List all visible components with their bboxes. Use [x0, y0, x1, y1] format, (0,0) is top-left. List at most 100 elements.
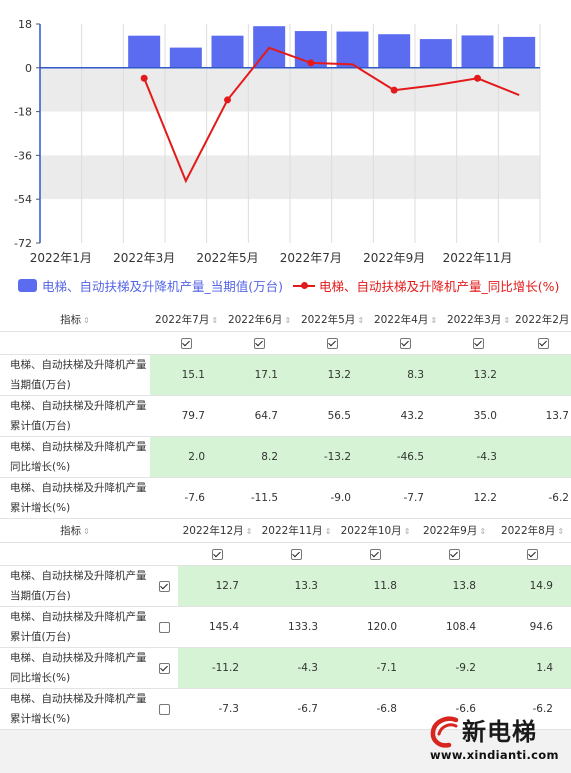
column-checkbox[interactable] [527, 548, 538, 560]
legend-line-swatch[interactable] [293, 279, 316, 292]
table-cell: -11.5 [223, 477, 296, 519]
column-header-indicator[interactable]: 指标 ⇕ [0, 518, 150, 543]
column-checkbox[interactable] [449, 548, 460, 560]
x-tick-label: 2022年5月 [196, 251, 258, 265]
chart-legend: 电梯、自动扶梯及升降机产量_当期值(万台) 电梯、自动扶梯及升降机产量_同比增长… [18, 276, 559, 295]
table-cell: -11.2 [178, 647, 257, 689]
legend-bar-label[interactable]: 电梯、自动扶梯及升降机产量_当期值(万台) [42, 276, 283, 295]
bar [419, 39, 452, 68]
column-checkbox[interactable] [370, 548, 381, 560]
column-header[interactable]: 2022年6月 ⇕ [223, 307, 296, 332]
bar [378, 34, 411, 68]
table-cell [515, 436, 571, 478]
column-header[interactable]: 2022年7月 ⇕ [150, 307, 223, 332]
table-cell: 1.4 [494, 647, 571, 689]
sort-icon[interactable]: ⇕ [211, 316, 218, 325]
growth-point [307, 59, 315, 67]
bar [336, 31, 369, 68]
row-name: 电梯、自动扶梯及升降机产量 累计增长(%) [0, 477, 150, 519]
column-label: 2022年2月 [515, 313, 570, 326]
column-label: 2022年9月 [422, 524, 478, 537]
column-checkbox[interactable] [473, 337, 484, 349]
table-cell: 17.1 [223, 354, 296, 396]
sort-icon[interactable]: ⇕ [404, 527, 411, 536]
column-label: 2022年7月 [154, 313, 210, 326]
column-checkbox[interactable] [181, 337, 192, 349]
column-header[interactable]: 2022年9月 ⇕ [415, 518, 494, 543]
table-cell: 13.2 [296, 354, 369, 396]
column-header[interactable]: 2022年3月 ⇕ [442, 307, 515, 332]
y-tick-label: 18 [18, 18, 32, 31]
sort-icon[interactable]: ⇕ [246, 527, 253, 536]
sort-icon[interactable]: ⇕ [83, 316, 90, 325]
table-cell: -7.7 [369, 477, 442, 519]
table-cell: -9.0 [296, 477, 369, 519]
column-checkbox-row [0, 542, 571, 566]
sort-icon[interactable]: ⇕ [557, 527, 564, 536]
bar [128, 35, 161, 68]
column-checkbox[interactable] [212, 548, 223, 560]
data-table-1: 指标 ⇕ 2022年7月 ⇕ 2022年6月 ⇕ 2022年5月 ⇕ 2022年4月 ⇕ … [0, 307, 571, 519]
x-tick-label: 2022年3月 [113, 251, 175, 265]
table-cell: -6.2 [515, 477, 571, 519]
column-header[interactable]: 2022年2月⇕ [515, 307, 571, 332]
legend-line-label[interactable]: 电梯、自动扶梯及升降机产量_同比增长(%) [319, 276, 559, 295]
column-checkbox[interactable] [254, 337, 265, 349]
column-checkbox[interactable] [537, 337, 549, 349]
table-row: 电梯、自动扶梯及升降机产量 同比增长(%) -11.2 -4.3 -7.1 -9.… [0, 647, 571, 689]
table-cell: 12.7 [178, 565, 257, 607]
column-header[interactable]: 2022年10月 ⇕ [336, 518, 415, 543]
column-checkbox[interactable] [291, 548, 302, 560]
sort-icon[interactable]: ⇕ [430, 316, 437, 325]
table-cell: -6.7 [257, 688, 336, 730]
row-name: 电梯、自动扶梯及升降机产量 当期值(万台) [0, 565, 150, 607]
table-cell [515, 354, 571, 396]
table-cell: 120.0 [336, 606, 415, 648]
sort-icon[interactable]: ⇕ [357, 316, 364, 325]
brand-name: 新电梯 [462, 718, 537, 746]
row-checkbox[interactable] [158, 662, 170, 674]
column-header[interactable]: 2022年4月 ⇕ [369, 307, 442, 332]
column-label: 2022年3月 [446, 313, 502, 326]
table-cell: 13.2 [442, 354, 515, 396]
table-cell: 8.2 [223, 436, 296, 478]
sort-icon[interactable]: ⇕ [479, 527, 486, 536]
table-header-row: 指标 ⇕ 2022年7月 ⇕ 2022年6月 ⇕ 2022年5月 ⇕ 2022年4月 ⇕ … [0, 307, 571, 332]
column-label: 2022年8月 [500, 524, 556, 537]
row-checkbox[interactable] [158, 703, 170, 715]
row-name: 电梯、自动扶梯及升降机产量 累计值(万台) [0, 606, 150, 648]
column-label: 2022年11月 [261, 524, 323, 537]
growth-point [140, 74, 148, 82]
row-checkbox[interactable] [158, 580, 170, 592]
column-header[interactable]: 2022年11月 ⇕ [257, 518, 336, 543]
sort-icon[interactable]: ⇕ [284, 316, 291, 325]
legend-bar-swatch[interactable] [18, 279, 37, 292]
table-cell: 64.7 [223, 395, 296, 437]
y-tick-label: -54 [14, 193, 32, 206]
bar [503, 36, 536, 68]
data-table-2: 指标 ⇕ 2022年12月 ⇕ 2022年11月 ⇕ 2022年10月 ⇕ 2022年9… [0, 518, 571, 730]
sort-icon[interactable]: ⇕ [325, 527, 332, 536]
column-checkbox[interactable] [327, 337, 338, 349]
brand-logo-icon [430, 716, 459, 748]
row-name: 电梯、自动扶梯及升降机产量 当期值(万台) [0, 354, 150, 396]
sort-icon[interactable]: ⇕ [503, 316, 510, 325]
table-cell: 108.4 [415, 606, 494, 648]
column-header[interactable]: 2022年12月 ⇕ [178, 518, 257, 543]
x-tick-label: 2022年7月 [280, 251, 342, 265]
y-tick-label: -72 [14, 237, 32, 250]
table-cell: 79.7 [150, 395, 223, 437]
column-header[interactable]: 2022年5月 ⇕ [296, 307, 369, 332]
column-label: 2022年10月 [340, 524, 402, 537]
row-name: 电梯、自动扶梯及升降机产量 同比增长(%) [0, 647, 150, 689]
column-checkbox[interactable] [400, 337, 411, 349]
table-cell: -4.3 [257, 647, 336, 689]
row-checkbox[interactable] [158, 621, 170, 633]
column-header[interactable]: 2022年8月 ⇕ [494, 518, 571, 543]
table-cell: -7.1 [336, 647, 415, 689]
sort-icon[interactable]: ⇕ [83, 527, 90, 536]
growth-point [224, 96, 231, 104]
header-label: 指标 [60, 524, 82, 537]
table-cell: -13.2 [296, 436, 369, 478]
column-header-indicator[interactable]: 指标 ⇕ [0, 307, 150, 332]
